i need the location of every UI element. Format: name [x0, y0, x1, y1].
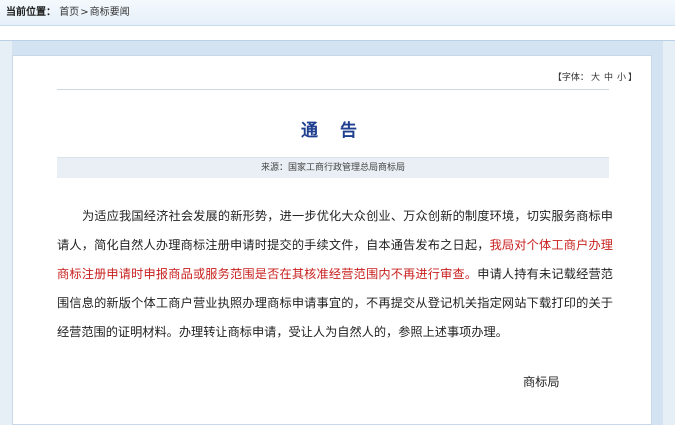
font-size-medium-link[interactable]: 中	[604, 73, 613, 83]
font-size-selector: 【字体：大中小】	[553, 70, 637, 83]
breadcrumb-bar: 当前位置： 首页>商标要闻	[0, 0, 675, 26]
frame-left-border	[0, 41, 12, 425]
article-signature: 商标局	[523, 375, 560, 389]
article-body: 为适应我国经济社会发展的新形势，进一步优化大众创业、万众创新的制度环境，切实服务…	[57, 202, 613, 347]
breadcrumb-current-link[interactable]: 商标要闻	[90, 7, 130, 18]
breadcrumb-separator: >	[80, 7, 89, 18]
font-size-large-link[interactable]: 大	[591, 73, 600, 83]
font-size-close: 】	[627, 73, 637, 83]
article-panel: 【字体：大中小】 通 告 来源：国家工商行政管理总局商标局 为适应我国经济社会发…	[12, 55, 652, 425]
location-label: 当前位置：	[6, 7, 56, 18]
font-size-label: 【字体：	[552, 73, 589, 83]
font-size-small-link[interactable]: 小	[617, 73, 626, 83]
breadcrumb-home-link[interactable]: 首页	[59, 7, 79, 18]
article-title: 通 告	[301, 121, 365, 141]
article-source: 来源：国家工商行政管理总局商标局	[57, 157, 609, 178]
frame-right-border	[663, 41, 675, 425]
divider	[57, 89, 609, 90]
